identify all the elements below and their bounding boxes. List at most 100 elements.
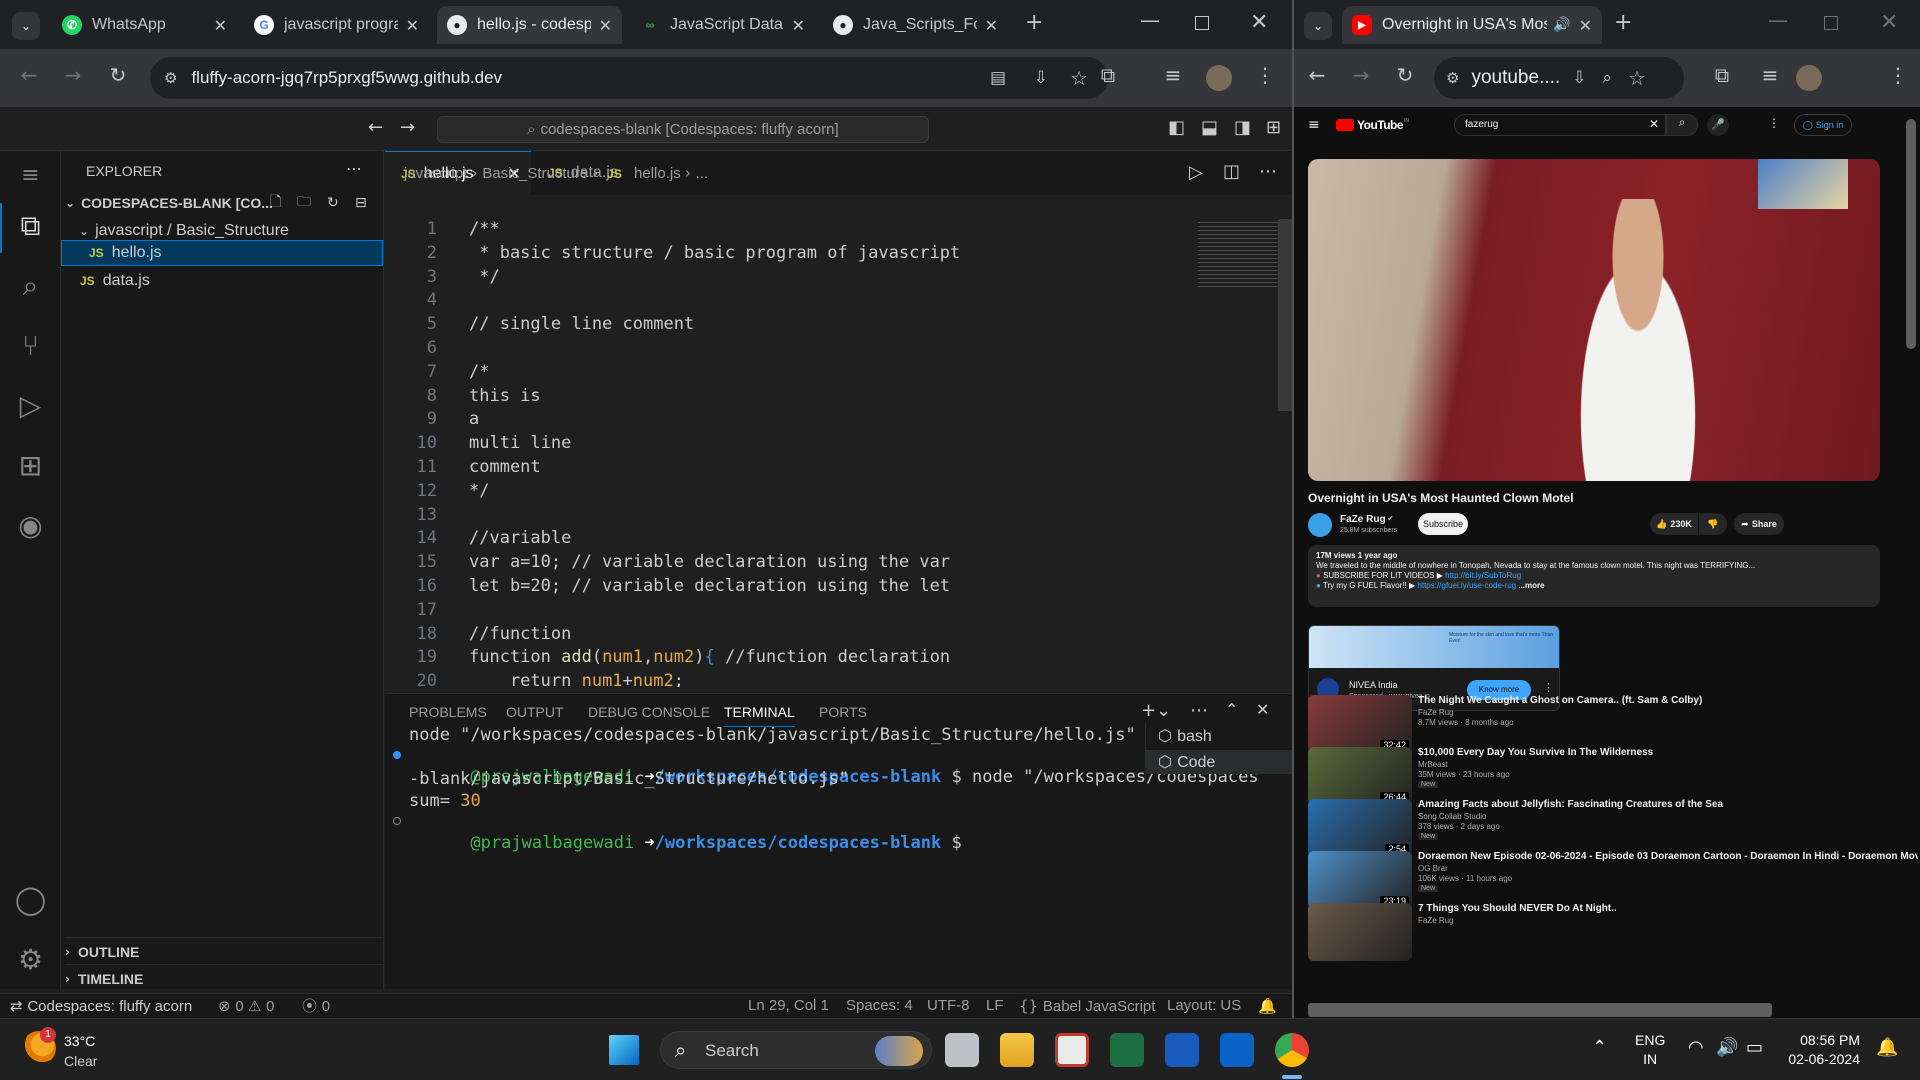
minimap[interactable] <box>1198 219 1278 289</box>
back-icon[interactable]: ← <box>1302 63 1332 87</box>
problems-indicator[interactable]: ⊗ 0 ⚠ 0 <box>218 994 274 1019</box>
language-indicator[interactable]: ENG IN <box>1635 1031 1665 1069</box>
encoding[interactable]: UTF-8 <box>927 994 970 1018</box>
address-bar[interactable]: ⚙ fluffy-acorn-jgq7rp5prxgf5wwg.github.d… <box>150 57 1108 99</box>
command-center[interactable]: ⌕ codespaces-blank [Codespaces: fluffy a… <box>437 116 929 143</box>
bookmark-star-icon[interactable]: ☆ <box>1070 66 1088 90</box>
show-hidden-icons[interactable]: ⌃ <box>1592 1037 1607 1058</box>
volume-icon[interactable]: 🔊 <box>1716 1037 1738 1058</box>
tab-javascript-data[interactable]: ∞ JavaScript Data ✕ <box>630 6 815 44</box>
dislike-button[interactable]: 👎 <box>1699 513 1727 535</box>
recommended-video[interactable]: 32:42 The Night We Caught a Ghost on Came… <box>1308 695 1920 753</box>
video-thumbnail[interactable]: 26:44 <box>1308 747 1412 805</box>
new-terminal-icon[interactable]: +⌄ <box>1141 700 1171 721</box>
taskbar-search[interactable]: ⌕ Search <box>660 1031 932 1069</box>
breadcrumb-item[interactable]: hello.js <box>634 165 681 182</box>
media-control-icon[interactable]: ≡ <box>1755 63 1785 87</box>
description-box[interactable]: 17M views 1 year ago We traveled to the … <box>1308 545 1880 607</box>
clipboard-icon[interactable]: ▤ <box>990 68 1006 88</box>
tab-output[interactable]: OUTPUT <box>506 704 564 720</box>
word-icon[interactable] <box>1165 1033 1199 1067</box>
subscribe-button[interactable]: Subscribe <box>1418 513 1468 535</box>
start-button[interactable] <box>609 1035 639 1065</box>
settings-gear-icon[interactable]: ⚙ <box>0 943 61 976</box>
language-mode[interactable]: {} Babel JavaScript <box>1019 994 1155 1019</box>
search-button[interactable]: ⌕ <box>1666 114 1698 136</box>
new-tab-button[interactable]: + <box>1614 10 1632 35</box>
ports-indicator[interactable]: ⦿ 0 <box>302 994 330 1019</box>
channel-avatar[interactable] <box>1308 513 1332 537</box>
voice-search-button[interactable]: 🎤 <box>1707 114 1729 136</box>
hamburger-menu-icon[interactable]: ≡ <box>1308 117 1320 133</box>
maximize-panel-icon[interactable]: ⌃ <box>1225 700 1238 719</box>
close-tab-icon[interactable]: ✕ <box>406 16 419 35</box>
more-actions-icon[interactable]: ⋯ <box>346 159 362 178</box>
outline-section[interactable]: › OUTLINE <box>65 937 383 965</box>
more-options-icon[interactable]: ⋮ <box>1768 116 1780 130</box>
video-thumbnail[interactable]: 23:19 <box>1308 851 1412 909</box>
weather-widget[interactable]: 1 33°C Clear <box>22 1027 142 1073</box>
accounts-icon[interactable]: ◯ <box>0 883 61 916</box>
task-view-icon[interactable] <box>945 1033 979 1067</box>
toggle-panel-icon[interactable]: ⬓ <box>1201 117 1218 138</box>
tab-terminal[interactable]: TERMINAL <box>724 704 795 727</box>
tab-search-button[interactable]: ⌄ <box>1304 12 1332 40</box>
profile-avatar[interactable] <box>1206 65 1232 91</box>
recommended-video[interactable]: 26:44 $10,000 Every Day You Survive In Th… <box>1308 747 1920 805</box>
menu-icon[interactable]: ⋮ <box>1883 63 1913 87</box>
close-tab-icon[interactable]: ✕ <box>214 16 227 35</box>
menu-icon[interactable]: ⋮ <box>1250 63 1280 87</box>
file-explorer-icon[interactable] <box>1000 1033 1034 1067</box>
video-thumbnail[interactable]: 2:54 <box>1308 799 1412 857</box>
source-control-icon[interactable]: ⑂ <box>0 329 61 362</box>
excel-icon[interactable] <box>1110 1033 1144 1067</box>
outlook-icon[interactable] <box>1220 1033 1254 1067</box>
run-debug-icon[interactable]: ▷ <box>0 389 61 422</box>
back-icon[interactable]: ← <box>14 63 44 87</box>
end-of-line[interactable]: LF <box>986 994 1004 1018</box>
share-button[interactable]: ➦ Share <box>1734 513 1784 535</box>
page-scrollbar[interactable] <box>1906 119 1916 349</box>
toggle-secondary-sidebar-icon[interactable]: ◨ <box>1234 117 1251 138</box>
tab-github-repo[interactable]: ● Java_Scripts_For ✕ <box>823 6 1008 44</box>
extensions-icon[interactable]: ⧉ <box>1093 63 1123 87</box>
refresh-icon[interactable]: ↻ <box>327 195 339 211</box>
close-tab-icon[interactable]: ✕ <box>1579 16 1592 35</box>
minimize-button[interactable]: — <box>1140 8 1160 32</box>
zoom-icon[interactable]: ⌕ <box>1602 68 1612 88</box>
site-info-icon[interactable]: ⚙ <box>164 69 177 87</box>
run-file-icon[interactable]: ▷ <box>1189 162 1203 183</box>
collapse-all-icon[interactable]: ⊟ <box>355 195 367 211</box>
install-app-icon[interactable]: ⇩ <box>1034 68 1048 88</box>
forward-icon[interactable]: → <box>1346 63 1376 87</box>
chrome-icon[interactable] <box>1275 1033 1309 1067</box>
forward-icon[interactable]: → <box>58 63 88 87</box>
tab-whatsapp[interactable]: ✆ WhatsApp ✕ <box>52 6 237 44</box>
nav-back-icon[interactable]: ← <box>368 117 383 138</box>
code-editor[interactable]: 1 /** 2 * basic structure / basic program … <box>385 219 1292 687</box>
tab-debug-console[interactable]: DEBUG CONSOLE <box>588 704 710 720</box>
more-options-icon[interactable]: ⋮ <box>1543 681 1554 694</box>
search-box[interactable]: fazerug ✕ <box>1454 114 1666 136</box>
new-tab-button[interactable]: + <box>1025 10 1043 35</box>
close-window-button[interactable]: ✕ <box>1250 10 1268 35</box>
new-file-icon[interactable]: 🗋 <box>270 191 281 215</box>
battery-icon[interactable]: ▭ <box>1746 1037 1763 1058</box>
media-control-icon[interactable]: ≡ <box>1158 63 1188 87</box>
recommended-video[interactable]: 2:54 Amazing Facts about Jellyfish: Fasci… <box>1308 799 1920 857</box>
maximize-button[interactable] <box>1824 16 1838 30</box>
tree-file-data[interactable]: JS data.js <box>80 267 150 295</box>
bookmark-star-icon[interactable]: ☆ <box>1628 66 1646 90</box>
cursor-position[interactable]: Ln 29, Col 1 <box>748 994 829 1018</box>
reload-icon[interactable]: ↻ <box>1390 63 1420 87</box>
close-tab-icon[interactable]: ✕ <box>985 16 998 35</box>
youtube-logo[interactable]: YouTube IN <box>1336 118 1409 132</box>
extensions-icon[interactable]: ⊞ <box>0 449 61 482</box>
address-bar[interactable]: ⚙ youtube.... ⇩ ⌕ ☆ <box>1434 57 1684 99</box>
editor-scrollbar[interactable] <box>1278 219 1292 411</box>
close-tab-icon[interactable]: ✕ <box>599 16 612 35</box>
new-folder-icon[interactable]: 🗀 <box>297 191 311 215</box>
video-thumbnail[interactable] <box>1308 903 1412 961</box>
reload-icon[interactable]: ↻ <box>103 63 133 87</box>
tab-problems[interactable]: PROBLEMS <box>409 704 487 720</box>
